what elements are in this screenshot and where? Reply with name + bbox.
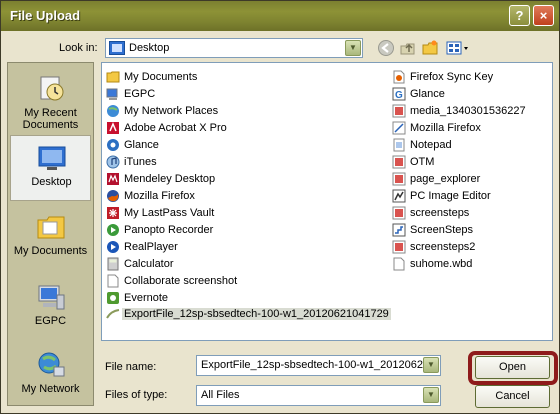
evernote-icon xyxy=(107,292,119,304)
view-menu-icon[interactable] xyxy=(446,39,470,57)
file-upload-dialog: File Upload ? × Look in: Desktop ▼ My Re… xyxy=(0,0,560,414)
network-icon xyxy=(38,352,65,377)
title-bar[interactable]: File Upload ? × xyxy=(1,1,559,31)
desktop-icon xyxy=(38,146,66,170)
close-button[interactable]: × xyxy=(533,5,554,26)
back-icon[interactable] xyxy=(377,39,395,57)
open-button[interactable]: Open xyxy=(475,356,550,379)
place-my-network[interactable]: My Network xyxy=(10,343,91,409)
place-desktop[interactable]: Desktop xyxy=(10,135,91,201)
file-name-value: ExportFile_12sp-sbsedtech-100-w1_2012062… xyxy=(201,359,430,371)
place-my-recent-documents[interactable]: My Recent Documents xyxy=(10,67,91,133)
chevron-down-icon[interactable]: ▼ xyxy=(423,357,439,373)
glance-icon xyxy=(107,139,119,151)
network-icon xyxy=(107,105,119,117)
help-button[interactable]: ? xyxy=(509,5,530,26)
place-label: EGPC xyxy=(34,315,67,327)
firefox-icon xyxy=(107,190,119,202)
files-of-type-value: All Files xyxy=(201,389,240,401)
document-icon xyxy=(393,70,405,84)
cancel-button[interactable]: Cancel xyxy=(475,385,550,408)
recent-documents-icon xyxy=(40,76,64,101)
folder-icon xyxy=(106,71,120,83)
chevron-down-icon[interactable]: ▼ xyxy=(423,387,439,403)
document-icon xyxy=(393,257,405,271)
itunes-icon xyxy=(106,155,120,169)
shortcut-icon xyxy=(392,121,406,135)
file-name-input[interactable]: ExportFile_12sp-sbsedtech-100-w1_2012062… xyxy=(196,355,441,376)
mendeley-icon xyxy=(107,173,119,185)
place-my-documents[interactable]: My Documents xyxy=(10,205,91,271)
my-documents-icon xyxy=(37,216,65,239)
files-of-type-dropdown[interactable]: All Files ▼ xyxy=(196,385,441,406)
export-file-icon xyxy=(106,309,120,319)
files-of-type-label: Files of type: xyxy=(105,389,168,401)
up-folder-icon[interactable] xyxy=(399,39,417,57)
look-in-value: Desktop xyxy=(129,42,170,54)
chevron-down-icon[interactable]: ▼ xyxy=(345,40,361,56)
document-icon xyxy=(107,274,119,288)
computer-icon xyxy=(38,285,65,310)
look-in-label: Look in: xyxy=(59,42,98,54)
acrobat-icon xyxy=(107,122,119,134)
glance-icon: G xyxy=(392,87,406,101)
place-label: My Recent Documents xyxy=(22,107,79,131)
look-in-dropdown[interactable]: Desktop ▼ xyxy=(105,38,363,58)
file-name-label: File name: xyxy=(105,361,157,373)
place-egpc[interactable]: EGPC xyxy=(10,275,91,341)
screensteps-icon xyxy=(392,223,406,237)
lastpass-icon xyxy=(107,207,119,219)
media-file-icon xyxy=(392,240,406,254)
media-file-icon xyxy=(392,206,406,220)
realplayer-icon xyxy=(107,241,119,253)
places-bar: My Recent Documents Desktop My Documents xyxy=(7,62,94,406)
media-file-icon xyxy=(392,104,406,118)
notepad-icon xyxy=(393,138,405,152)
computer-icon xyxy=(106,88,118,100)
svg-text:G: G xyxy=(395,90,403,101)
new-folder-icon[interactable] xyxy=(421,39,439,57)
place-label: My Documents xyxy=(13,245,88,257)
file-list: My Documents EGPC My Network Places Adob… xyxy=(101,62,553,341)
dialog-title: File Upload xyxy=(10,8,81,23)
panopto-icon xyxy=(107,224,119,236)
media-file-icon xyxy=(392,155,406,169)
desktop-folder-icon xyxy=(109,41,125,55)
media-file-icon xyxy=(392,172,406,186)
place-label: My Network xyxy=(21,383,80,395)
image-editor-icon xyxy=(392,189,406,203)
calculator-icon xyxy=(107,257,119,271)
place-label: Desktop xyxy=(31,176,72,188)
